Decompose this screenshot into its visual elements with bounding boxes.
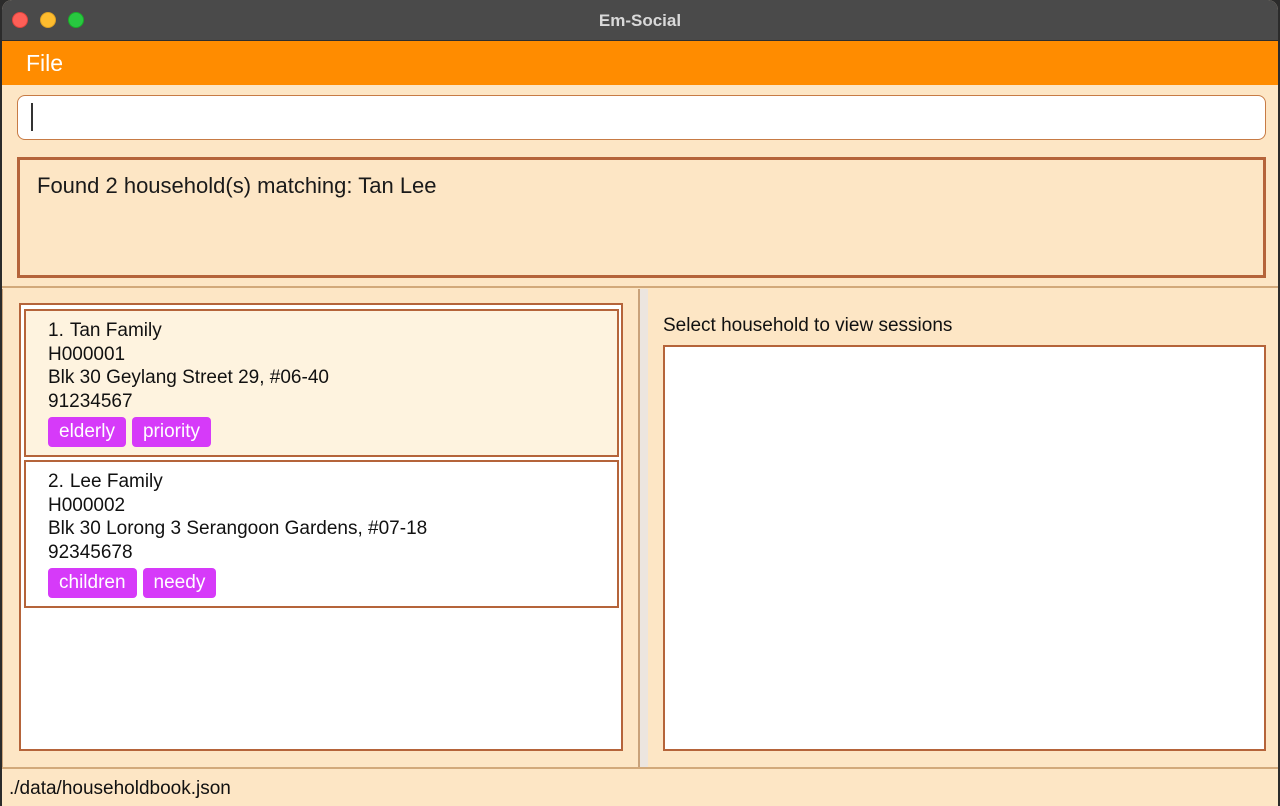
window-title: Em-Social [598, 11, 682, 30]
household-tags: elderly priority [48, 417, 617, 447]
tag-badge: priority [131, 417, 211, 447]
pane-separator [2, 286, 1278, 288]
household-id: H000002 [48, 494, 126, 516]
household-name: Tan Family [69, 320, 162, 341]
sessions-label: Select household to view sessions [663, 315, 953, 336]
tag-badge: elderly [48, 417, 126, 447]
household-phone: 92345678 [48, 541, 133, 563]
household-id: H000001 [48, 343, 126, 365]
household-tags: children needy [48, 568, 617, 598]
household-list-pane: 1. Tan Family H000001 Blk 30 Geylang Stre… [2, 289, 639, 767]
app-window: Em-Social File Found 2 household(s) matc… [2, 0, 1278, 806]
sessions-pane: Select household to view sessions [648, 289, 1278, 767]
household-address: Blk 30 Lorong 3 Serangoon Gardens, #07-1… [48, 518, 428, 539]
status-bar: ./data/householdbook.json [2, 767, 1278, 806]
command-area [2, 85, 1278, 147]
household-title: 2. Lee Family [48, 470, 617, 494]
text-caret [31, 103, 33, 131]
tag-badge: children [48, 568, 137, 598]
result-display: Found 2 household(s) matching: Tan Lee [17, 157, 1266, 278]
file-path-status: ./data/householdbook.json [9, 778, 231, 799]
household-title: 1. Tan Family [48, 319, 617, 343]
household-address: Blk 30 Geylang Street 29, #06-40 [48, 367, 329, 388]
menu-bar: File [2, 41, 1278, 85]
household-index: 2. [48, 471, 64, 492]
result-message: Found 2 household(s) matching: Tan Lee [37, 173, 437, 198]
household-phone: 91234567 [48, 390, 133, 412]
household-list[interactable]: 1. Tan Family H000001 Blk 30 Geylang Stre… [19, 303, 623, 751]
command-input[interactable] [17, 95, 1266, 140]
household-name: Lee Family [69, 471, 163, 492]
sessions-list[interactable] [663, 345, 1266, 751]
household-card[interactable]: 2. Lee Family H000002 Blk 30 Lorong 3 Ser… [24, 460, 619, 608]
household-index: 1. [48, 320, 64, 341]
file-menu[interactable]: File [26, 50, 63, 77]
title-bar: Em-Social [2, 0, 1278, 41]
household-card[interactable]: 1. Tan Family H000001 Blk 30 Geylang Stre… [24, 309, 619, 457]
tag-badge: needy [142, 568, 217, 598]
